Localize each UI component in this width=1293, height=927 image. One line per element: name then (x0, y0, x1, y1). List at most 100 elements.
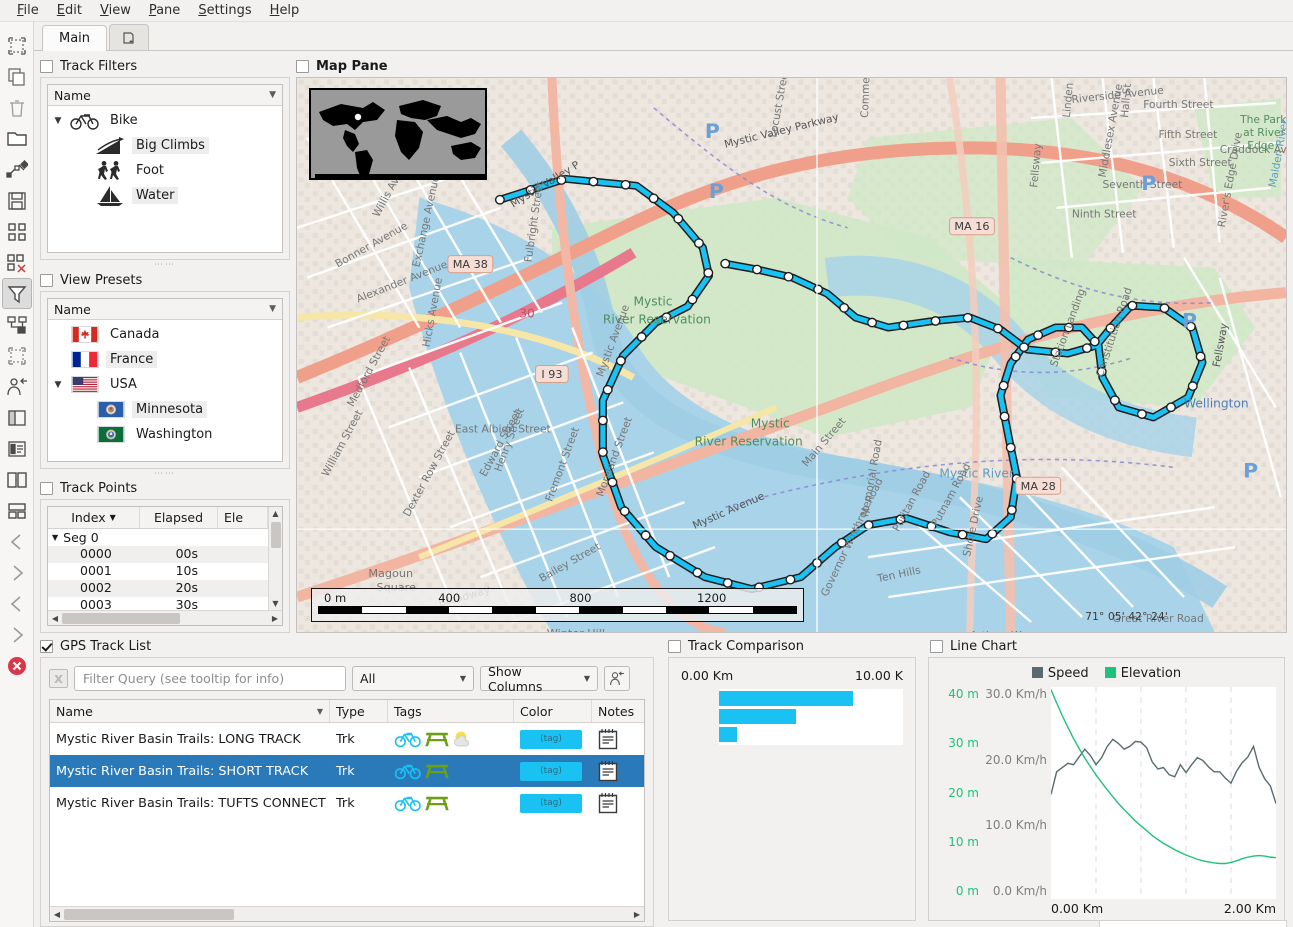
scroll-left-icon[interactable]: ◀ (50, 910, 64, 919)
track-points-row[interactable]: 000110s (48, 563, 268, 580)
legend-item-elevation[interactable]: Elevation (1105, 666, 1181, 681)
track-filters-column-header[interactable]: Name ▼ (48, 85, 282, 106)
tree-item-minnesota[interactable]: Minnesota (48, 397, 282, 422)
view-presets-header[interactable]: View Presets (40, 269, 290, 291)
scroll-thumb[interactable] (62, 613, 180, 624)
toggle-detail-pane-button[interactable] (2, 433, 32, 464)
track-comparison-header[interactable]: Track Comparison (660, 635, 918, 657)
track-points-hscrollbar[interactable]: ◀ ▶ (48, 610, 282, 625)
color-chip[interactable]: (tag) (520, 794, 582, 813)
track-points-group-row[interactable]: ▼ Seg 0 (48, 529, 268, 546)
tree-item-usa[interactable]: ▼USA (48, 372, 282, 397)
scroll-thumb[interactable] (271, 522, 281, 548)
copy-button[interactable] (2, 61, 32, 92)
chevron-down-icon[interactable]: ▼ (52, 380, 64, 390)
column-header-type[interactable]: Type (330, 700, 388, 722)
cell-notes[interactable] (592, 787, 645, 819)
line-chart-canvas[interactable]: SpeedElevation 40 m30 m20 m10 m0 m 30.0 … (928, 657, 1285, 921)
type-filter-select[interactable]: All ▼ (352, 666, 474, 691)
track-points-vscrollbar[interactable]: ▲ ▼ (268, 507, 282, 610)
track-points-header[interactable]: Track Points (40, 478, 290, 499)
line-chart-header[interactable]: Line Chart (924, 635, 1287, 657)
column-header-ele[interactable]: Ele (218, 507, 268, 528)
track-points-table[interactable]: Index ▼ Elapsed Ele ▼ Seg 0000000s000110… (47, 506, 283, 626)
next-arrow-button[interactable] (2, 557, 32, 588)
assign-person-button[interactable] (2, 371, 32, 402)
scroll-down-icon[interactable]: ▼ (272, 597, 278, 610)
first-arrow-button[interactable] (2, 588, 32, 619)
cell-tags[interactable] (388, 755, 514, 787)
split-track-button[interactable] (2, 216, 32, 247)
merge-tracks-button[interactable] (2, 154, 32, 185)
delete-trash-button[interactable] (2, 92, 32, 123)
world-minimap[interactable] (309, 88, 487, 180)
color-chip[interactable]: (tag) (520, 730, 582, 749)
menu-help[interactable]: Help (261, 1, 309, 20)
assign-person-button[interactable] (604, 666, 630, 691)
remove-split-button[interactable] (2, 247, 32, 278)
column-header-color[interactable]: Color (514, 700, 592, 722)
track-table-header[interactable]: Name ▼ Type Tags Color Notes (50, 700, 644, 723)
menu-settings[interactable]: Settings (189, 1, 260, 20)
track-table[interactable]: Name ▼ Type Tags Color Notes Mystic Rive… (49, 699, 645, 922)
show-columns-select[interactable]: Show Columns ▼ (480, 666, 598, 691)
scroll-thumb[interactable] (64, 909, 234, 920)
status-corner-box[interactable] (1099, 920, 1287, 927)
cell-color[interactable]: (tag) (514, 787, 592, 819)
menu-edit[interactable]: Edit (48, 1, 91, 20)
save-disk-button[interactable] (2, 185, 32, 216)
map-canvas[interactable]: MA 16 MA 28 MA 38 I 93 30 (296, 77, 1287, 633)
scroll-right-icon[interactable]: ▶ (630, 910, 644, 919)
prev-arrow-button[interactable] (2, 526, 32, 557)
table-row[interactable]: Mystic River Basin Trails: LONG TRACKTrk… (50, 723, 644, 755)
map-pane-checkbox[interactable] (296, 60, 309, 73)
splitter-handle[interactable]: ⋯⋯ (40, 260, 290, 269)
view-presets-column-header[interactable]: Name ▼ (48, 299, 282, 320)
tree-item-water[interactable]: Water (48, 183, 282, 208)
tree-item-foot[interactable]: Foot (48, 158, 282, 183)
column-header-tags[interactable]: Tags (388, 700, 514, 722)
view-presets-tree[interactable]: Name ▼ CanadaFrance▼USAMinnesotaWashingt… (47, 298, 283, 462)
track-table-hscrollbar[interactable]: ◀ ▶ (50, 906, 644, 921)
tab-main[interactable]: Main (42, 25, 107, 51)
new-tab-button[interactable] (109, 24, 149, 50)
last-arrow-button[interactable] (2, 619, 32, 650)
track-points-checkbox[interactable] (40, 482, 53, 495)
track-points-row[interactable]: 000220s (48, 580, 268, 597)
scroll-right-icon[interactable]: ▶ (268, 614, 282, 623)
close-error-button[interactable] (2, 650, 32, 681)
cell-color[interactable]: (tag) (514, 723, 592, 755)
toggle-left-pane-button[interactable] (2, 402, 32, 433)
gps-track-list-header[interactable]: GPS Track List (40, 635, 654, 657)
menu-view[interactable]: View (91, 1, 140, 20)
scroll-up-icon[interactable]: ▲ (272, 507, 278, 520)
comparison-bar[interactable] (719, 709, 796, 724)
comparison-bar[interactable] (719, 691, 853, 706)
scroll-track[interactable] (62, 612, 268, 625)
cell-tags[interactable] (388, 787, 514, 819)
map-pane-header[interactable]: Map Pane (296, 55, 1287, 77)
scroll-left-icon[interactable]: ◀ (48, 614, 62, 623)
color-chip[interactable]: (tag) (520, 762, 582, 781)
legend-item-speed[interactable]: Speed (1032, 666, 1089, 681)
cell-color[interactable]: (tag) (514, 755, 592, 787)
tree-item-canada[interactable]: Canada (48, 322, 282, 347)
column-header-index[interactable]: Index ▼ (48, 507, 140, 528)
column-header-elapsed[interactable]: Elapsed (140, 507, 218, 528)
track-filters-tree[interactable]: Name ▼ ▼BikeBig ClimbsFootWater (47, 84, 283, 253)
splitter-handle-2[interactable]: ⋯⋯ (40, 469, 290, 478)
comparison-bar[interactable] (719, 727, 737, 742)
track-filters-checkbox[interactable] (40, 60, 53, 73)
track-comparison-checkbox[interactable] (668, 640, 681, 653)
line-chart-checkbox[interactable] (930, 640, 943, 653)
gps-track-list-checkbox[interactable] (40, 640, 53, 653)
table-row[interactable]: Mystic River Basin Trails: TUFTS CONNECT… (50, 787, 644, 819)
chevron-down-icon[interactable]: ▼ (52, 533, 58, 542)
marquee-select-button[interactable] (2, 340, 32, 371)
tree-item-france[interactable]: France (48, 347, 282, 372)
tree-item-bike[interactable]: ▼Bike (48, 108, 282, 133)
open-folder-button[interactable] (2, 123, 32, 154)
scroll-track[interactable] (64, 908, 630, 921)
track-points-row[interactable]: 000330s (48, 597, 268, 610)
menu-pane[interactable]: Pane (140, 1, 189, 20)
